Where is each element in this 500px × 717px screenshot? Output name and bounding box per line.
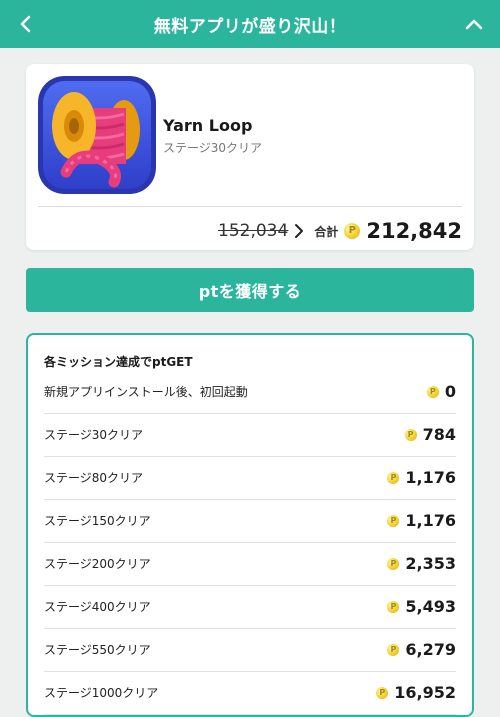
mission-points: 2,353 xyxy=(405,554,456,573)
mission-reward: 16,952 xyxy=(376,683,456,702)
point-coin-icon xyxy=(387,471,400,484)
mission-points: 6,279 xyxy=(405,640,456,659)
mission-row: ステージ150クリア 1,176 xyxy=(44,499,456,543)
page-title: 無料アプリが盛り沢山！ xyxy=(153,16,347,37)
point-coin-icon xyxy=(426,385,439,398)
mission-reward: 0 xyxy=(426,382,456,401)
yarn-spool-icon xyxy=(38,76,156,194)
mission-label: ステージ550クリア xyxy=(44,643,151,657)
point-coin-icon xyxy=(387,600,400,613)
mission-reward: 1,176 xyxy=(387,511,456,530)
top-bar: 無料アプリが盛り沢山！ xyxy=(0,0,500,48)
mission-points: 784 xyxy=(422,425,456,444)
mission-row: ステージ80クリア 1,176 xyxy=(44,456,456,500)
mission-row: ステージ200クリア 2,353 xyxy=(44,542,456,586)
mission-row: ステージ1000クリア 16,952 xyxy=(44,671,456,715)
point-coin-icon xyxy=(387,643,400,656)
mission-label: 新規アプリインストール後、初回起動 xyxy=(44,385,248,399)
mission-reward: 5,493 xyxy=(387,597,456,616)
mission-points: 1,176 xyxy=(405,511,456,530)
mission-points: 0 xyxy=(444,382,456,401)
mission-label: ステージ200クリア xyxy=(44,557,151,571)
point-coin-icon xyxy=(387,514,400,527)
mission-points: 5,493 xyxy=(405,597,456,616)
mission-label: ステージ150クリア xyxy=(44,514,151,528)
mission-points: 16,952 xyxy=(394,683,456,702)
mission-label: ステージ30クリア xyxy=(44,428,144,442)
chevron-right-icon xyxy=(294,221,308,241)
mission-points: 1,176 xyxy=(405,468,456,487)
app-current-mission: ステージ30クリア xyxy=(163,141,263,155)
get-points-button[interactable]: ptを獲得する xyxy=(26,268,474,312)
mission-reward: 6,279 xyxy=(387,640,456,659)
mission-label: ステージ1000クリア xyxy=(44,686,159,700)
point-coin-icon xyxy=(387,557,400,570)
mission-reward: 1,176 xyxy=(387,468,456,487)
total-label: 合計 xyxy=(314,224,339,239)
mission-list-title: 各ミッション達成でptGET xyxy=(44,355,193,369)
mission-reward: 2,353 xyxy=(387,554,456,573)
mission-panel: 各ミッション達成でptGET 新規アプリインストール後、初回起動 0 ステージ3… xyxy=(26,333,474,717)
app-card: Yarn Loop ステージ30クリア 152,034 合計 212,842 xyxy=(26,64,474,250)
total-points: 212,842 xyxy=(366,219,462,243)
app-icon xyxy=(38,76,156,194)
divider xyxy=(38,206,462,207)
mission-row: 新規アプリインストール後、初回起動 0 xyxy=(44,370,456,414)
old-point-total: 152,034 xyxy=(218,221,289,241)
price-row: 152,034 合計 212,842 xyxy=(218,216,462,246)
mission-reward: 784 xyxy=(404,425,456,444)
collapse-button[interactable] xyxy=(460,10,488,38)
mission-row: ステージ550クリア 6,279 xyxy=(44,628,456,672)
mission-label: ステージ80クリア xyxy=(44,471,144,485)
point-coin-icon xyxy=(344,223,361,239)
point-coin-icon xyxy=(376,686,389,699)
mission-row: ステージ400クリア 5,493 xyxy=(44,585,456,629)
chevron-left-icon xyxy=(20,15,31,33)
mission-label: ステージ400クリア xyxy=(44,600,151,614)
mission-row: ステージ30クリア 784 xyxy=(44,413,456,457)
back-button[interactable] xyxy=(12,10,40,38)
chevron-up-icon xyxy=(465,19,483,30)
app-name: Yarn Loop xyxy=(163,116,253,135)
point-coin-icon xyxy=(404,428,417,441)
